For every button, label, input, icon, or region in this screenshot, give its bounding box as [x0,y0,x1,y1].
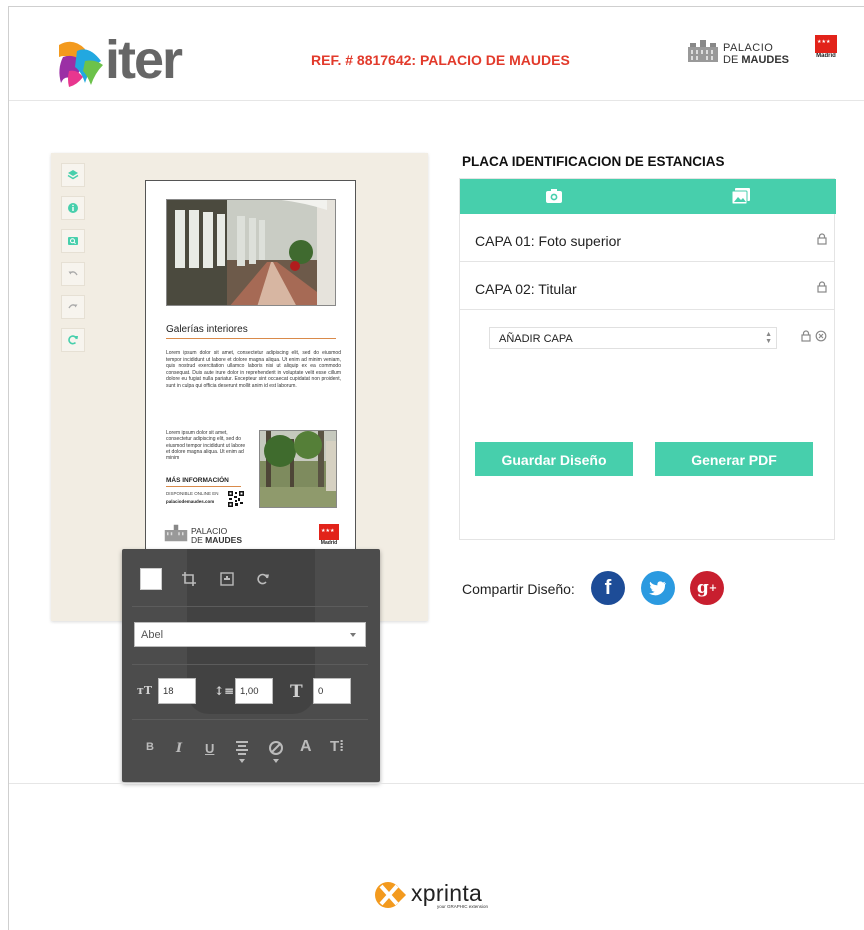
panel-divider [132,719,368,720]
heading-divider [166,338,336,339]
share-label: Compartir Diseño: [462,581,575,597]
text-align-button[interactable] [235,740,249,767]
zoom-tool-button[interactable] [61,229,85,253]
layer-item[interactable]: CAPA 02: Titular [460,263,834,310]
garden-photo-image [260,431,336,507]
madrid-flag-icon [319,524,339,540]
garden-photo[interactable] [259,430,337,508]
image-gallery-icon[interactable] [732,188,750,204]
sheet-short-text[interactable]: Lorem ipsum dolor sit amet, consectetur … [166,430,246,461]
twitter-icon[interactable] [641,571,675,605]
header: iter REF. # 8817642: PALACIO DE MAUDES P… [9,7,864,101]
redo-tool-button[interactable] [61,295,85,319]
remove-circle-icon[interactable] [815,330,827,342]
text-size-icon[interactable]: T⁞ [330,738,344,755]
rotate-icon[interactable] [255,571,271,587]
xprinta-text: xprinta [411,880,483,906]
building-icon [164,524,188,542]
building-icon [688,40,718,62]
align-center-icon [236,741,248,763]
sheet-maudes-text: DE MAUDES [191,535,243,545]
stepper-arrows-icon[interactable]: ▲ ▼ [765,331,772,345]
font-size-icon: ᴛT [137,684,153,697]
refresh-tool-button[interactable] [61,328,85,352]
xprinta-tagline: your GRAPHIC extension [437,904,489,909]
online-url: palaciodemaudes.com [166,499,215,504]
font-size-input[interactable]: 18 [158,678,196,704]
align-box-icon[interactable] [219,571,235,587]
iter-logo-mark-icon [59,41,103,87]
save-design-button[interactable]: Guardar Diseño [475,442,633,476]
line-height-icon: ↕≡ [214,684,235,698]
lock-icon[interactable] [800,330,812,342]
gallery-photo[interactable] [166,199,336,306]
panel-divider [132,664,368,665]
palacio-text: PALACIO [723,42,774,54]
add-layer-select[interactable]: AÑADIR CAPA ▲ ▼ [489,327,777,349]
italic-button[interactable]: I [176,741,182,756]
line-height-input[interactable]: 1,00 [235,678,273,704]
chevron-down-icon [350,633,356,637]
layer-tabs [460,179,836,214]
undo-icon [68,271,78,276]
crop-icon[interactable] [181,571,197,587]
product-title: PLACA IDENTIFICACION DE ESTANCIAS [462,154,725,169]
clear-format-button[interactable] [268,740,284,767]
iter-logo-text: iter [105,30,183,90]
layers-panel: CAPA 01: Foto superior CAPA 02: Titular … [459,178,836,540]
madrid-flag-icon [815,35,837,53]
gallery-photo-image [167,200,335,305]
layer-item[interactable]: CAPA 01: Foto superior [460,215,834,262]
letter-spacing-icon: T [290,682,303,702]
generate-pdf-button[interactable]: Generar PDF [655,442,813,476]
text-color-icon[interactable]: A [300,738,312,756]
iter-logo[interactable]: iter [55,27,195,90]
letter-spacing-input[interactable]: 0 [313,678,351,704]
info-icon [68,203,78,213]
bold-button[interactable]: B [146,741,154,753]
canvas-toolbar [61,163,87,361]
color-swatch[interactable] [140,568,162,590]
qr-code-icon [228,491,244,507]
online-label: DISPONIBLE ONLINE EN [166,491,219,496]
underline-button[interactable]: U [205,741,214,756]
lock-icon[interactable] [816,281,828,293]
panel-top-row [140,568,360,592]
footer-divider [9,783,864,784]
sheet-body-text[interactable]: Lorem ipsum dolor sit amet, consectetur … [166,350,341,390]
text-format-panel: Abel ᴛT 18 ↕≡ 1,00 T 0 B I U A T⁞ [122,549,380,782]
camera-icon[interactable] [545,188,563,204]
maudes-text: DE MAUDES [723,54,790,66]
sheet-madrid-logo[interactable]: Madrid [319,524,339,546]
google-plus-icon[interactable]: g + [690,571,724,605]
sheet-heading[interactable]: Galerías interiores [166,324,248,335]
layers-icon [67,170,79,180]
add-layer-value: AÑADIR CAPA [499,333,573,345]
refresh-icon [68,335,78,345]
madrid-logo: Madrid [815,35,837,59]
more-info-divider [166,486,241,487]
zoom-icon [68,237,78,245]
more-info-heading[interactable]: MÁS INFORMACIÓN [166,477,229,484]
no-fill-icon [269,741,283,763]
info-tool-button[interactable] [61,196,85,220]
layers-tool-button[interactable] [61,163,85,187]
font-family-value: Abel [141,629,164,641]
page-title: REF. # 8817642: PALACIO DE MAUDES [311,52,570,68]
redo-icon [68,304,78,309]
lock-icon[interactable] [816,233,828,245]
palacio-maudes-logo: PALACIO DE MAUDES [687,39,799,71]
design-sheet[interactable]: Galerías interiores Lorem ipsum dolor si… [145,180,356,550]
font-family-select[interactable]: Abel [134,622,366,647]
facebook-icon[interactable]: f [591,571,625,605]
layer-label: CAPA 01: Foto superior [475,233,622,249]
xprinta-logo-mark-icon [375,882,406,908]
panel-divider [132,606,368,607]
xprinta-logo[interactable]: xprinta your GRAPHIC extension [373,878,513,912]
sheet-madrid-text: Madrid [320,540,338,546]
layer-label: CAPA 02: Titular [475,281,577,297]
madrid-text: Madrid [816,53,836,59]
undo-tool-button[interactable] [61,262,85,286]
sheet-palacio-logo[interactable]: PALACIO DE MAUDES [164,523,254,547]
